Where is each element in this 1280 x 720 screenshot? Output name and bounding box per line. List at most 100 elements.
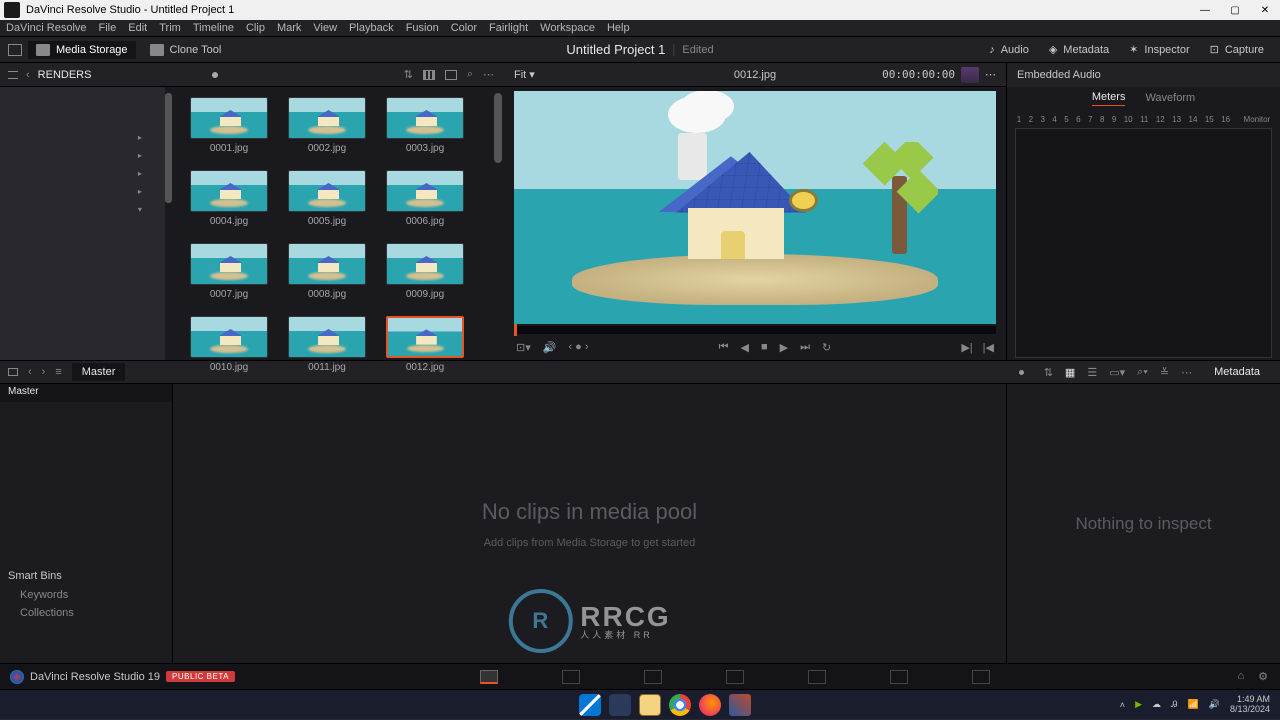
list-view-pool-icon[interactable]: ☰ — [1087, 366, 1097, 379]
menu-mark[interactable]: Mark — [277, 22, 301, 34]
smart-bin-collections[interactable]: Collections — [0, 604, 172, 622]
smart-bins-header[interactable]: Smart Bins — [0, 566, 172, 586]
last-frame-button[interactable]: ⏭ — [800, 341, 810, 354]
thumbnail-view-icon[interactable] — [423, 70, 435, 80]
playhead[interactable] — [514, 324, 517, 336]
grid-view-icon[interactable]: ▦ — [1065, 366, 1075, 379]
capture-panel-button[interactable]: ⊡Capture — [1202, 40, 1272, 59]
thumb-size-slider[interactable] — [1019, 370, 1024, 375]
thumbnail-item[interactable]: 0007.jpg — [190, 243, 268, 300]
tree-item[interactable]: ▾BLENDER PROJECT — [127, 261, 152, 270]
search-pool-icon[interactable]: ⌕▾ — [1137, 366, 1148, 379]
file-explorer-icon[interactable] — [639, 694, 661, 716]
menu-playback[interactable]: Playback — [349, 22, 394, 34]
pool-panel-icon[interactable] — [8, 368, 18, 376]
page-fairlight[interactable] — [890, 670, 908, 684]
thumbnail-item[interactable]: 0004.jpg — [190, 170, 268, 227]
smart-bin-keywords[interactable]: Keywords — [0, 586, 172, 604]
back-button[interactable]: ‹ — [26, 69, 30, 81]
thumbnail-item[interactable]: 0006.jpg — [386, 170, 464, 227]
list-icon[interactable]: ≡ — [55, 366, 61, 378]
minimize-button[interactable]: — — [1190, 0, 1220, 20]
chrome-icon[interactable] — [669, 694, 691, 716]
stop-button[interactable]: ■ — [761, 341, 768, 354]
first-frame-button[interactable]: ⏮ — [719, 341, 729, 354]
tree-item[interactable]: ▸Creative Cloud Files Perso… — [124, 182, 152, 200]
forward-icon[interactable]: › — [42, 366, 46, 378]
project-settings-button[interactable]: ⚙ — [1258, 670, 1268, 683]
sort-pool-icon[interactable]: ⇅ — [1044, 366, 1053, 379]
panel-menu-icon[interactable] — [8, 71, 18, 79]
tree-item[interactable]: ▸_ENGLISH — [127, 243, 152, 261]
tray-volume-icon[interactable]: 🔊 — [1209, 699, 1220, 710]
start-button[interactable] — [579, 694, 601, 716]
thumbnail-item[interactable]: 0002.jpg — [288, 97, 366, 154]
sidebar-scrollbar[interactable] — [165, 87, 172, 360]
zoom-fit-dropdown[interactable]: Fit ▾ — [514, 68, 535, 81]
match-frame-icon[interactable]: ⊡▾ — [516, 341, 531, 354]
menu-fairlight[interactable]: Fairlight — [489, 22, 528, 34]
menu-fusion[interactable]: Fusion — [406, 22, 439, 34]
strip-view-icon[interactable]: ▭▾ — [1109, 366, 1125, 379]
tab-waveform[interactable]: Waveform — [1145, 92, 1195, 104]
thumbnail-item[interactable]: 0011.jpg — [288, 316, 366, 373]
prev-frame-button[interactable]: ◀ — [741, 341, 749, 354]
tree-item[interactable]: ▸Creative Cloud Files makes… — [124, 164, 152, 182]
page-cut[interactable] — [562, 670, 580, 684]
thumbnail-item[interactable]: 0003.jpg — [386, 97, 464, 154]
thumbnail-item[interactable]: 0008.jpg — [288, 243, 366, 300]
search-icon[interactable]: ⌕ — [467, 68, 473, 81]
page-edit[interactable] — [644, 670, 662, 684]
viewer-scrubber[interactable] — [514, 326, 996, 334]
viewer-canvas[interactable] — [514, 91, 996, 324]
page-deliver[interactable] — [972, 670, 990, 684]
davinci-taskbar-icon[interactable] — [729, 694, 751, 716]
maximize-button[interactable]: ▢ — [1220, 0, 1250, 20]
mark-out-button[interactable]: |◀ — [983, 341, 994, 354]
master-bin-tab[interactable]: Master — [72, 363, 126, 381]
tab-meters[interactable]: Meters — [1092, 91, 1126, 106]
panel-toggle-icon[interactable] — [8, 44, 22, 56]
metadata-panel-button[interactable]: ◈Metadata — [1041, 40, 1117, 59]
tree-item[interactable]: ▾Desktop — [124, 200, 152, 218]
play-button[interactable]: ▶ — [780, 341, 788, 354]
sort-icon[interactable]: ⇅ — [404, 68, 413, 81]
menu-clip[interactable]: Clip — [246, 22, 265, 34]
tray-nvidia-icon[interactable]: ▶ — [1135, 699, 1142, 710]
audio-panel-button[interactable]: ♪Audio — [981, 40, 1037, 59]
system-clock[interactable]: 1:49 AM 8/13/2024 — [1230, 695, 1270, 715]
viewer-options-icon[interactable]: ⋯ — [985, 68, 996, 81]
jog-back-icon[interactable]: ‹ ● › — [568, 341, 588, 354]
loop-button[interactable]: ↻ — [822, 341, 831, 354]
menu-edit[interactable]: Edit — [128, 22, 147, 34]
tray-onedrive-icon[interactable]: ☁ — [1152, 699, 1161, 710]
slider-handle[interactable] — [212, 72, 218, 78]
thumbnail-item[interactable]: 0001.jpg — [190, 97, 268, 154]
thumbnail-item[interactable]: 0010.jpg — [190, 316, 268, 373]
options-icon[interactable]: ⋯ — [483, 68, 494, 81]
menu-view[interactable]: View — [313, 22, 337, 34]
thumbnail-item[interactable]: 0012.jpg — [386, 316, 464, 373]
tray-chevron-icon[interactable]: ˄ — [1120, 700, 1125, 710]
mark-in-button[interactable]: ▶| — [961, 341, 972, 354]
clone-tool-button[interactable]: Clone Tool — [142, 41, 230, 59]
master-bin[interactable]: Master — [0, 384, 172, 402]
tree-item[interactable]: ▸_DESKTOP — [127, 225, 152, 243]
pool-options-icon[interactable]: ⋯ — [1181, 366, 1192, 379]
firefox-icon[interactable] — [699, 694, 721, 716]
menu-help[interactable]: Help — [607, 22, 630, 34]
menu-color[interactable]: Color — [451, 22, 477, 34]
tray-wifi-icon[interactable]: 📶 — [1188, 699, 1199, 710]
back-icon[interactable]: ‹ — [28, 366, 32, 378]
menu-trim[interactable]: Trim — [159, 22, 181, 34]
menu-resolve[interactable]: DaVinci Resolve — [6, 22, 87, 34]
filter-icon[interactable]: ≚ — [1160, 366, 1169, 379]
page-color[interactable] — [808, 670, 826, 684]
thumbnail-item[interactable]: 0005.jpg — [288, 170, 366, 227]
media-pool[interactable]: No clips in media pool Add clips from Me… — [172, 384, 1006, 663]
thumbs-scrollbar[interactable] — [494, 87, 502, 360]
tree-item[interactable]: ▸Contacts — [124, 146, 152, 164]
close-button[interactable]: ✕ — [1250, 0, 1280, 20]
tree-item[interactable]: ▸Autodesk — [124, 128, 152, 146]
page-media[interactable] — [480, 670, 498, 684]
